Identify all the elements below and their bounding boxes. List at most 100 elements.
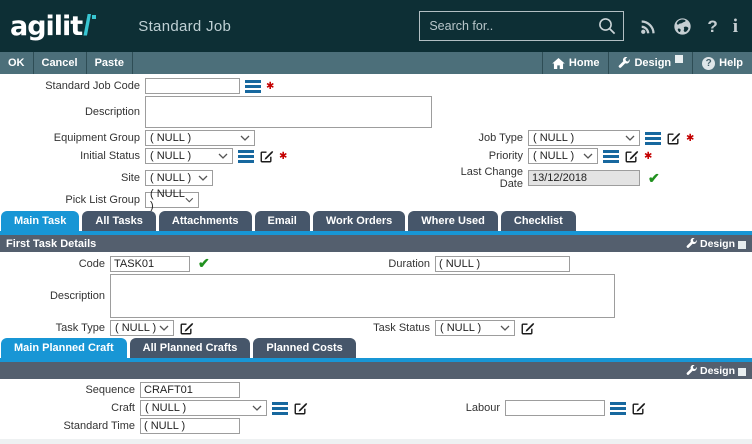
pick-list-group-select[interactable]: ( NULL ) <box>145 192 199 208</box>
design-button[interactable]: Design <box>608 52 692 74</box>
form-area: Standard Job Code ✱ Description Equipmen… <box>0 74 752 444</box>
edit-icon[interactable] <box>293 401 308 416</box>
tasktype-taskstatus-row: Task Type ( NULL ) Task Status ( NULL ) <box>0 320 752 336</box>
home-button[interactable]: Home <box>542 52 609 74</box>
craft-value: ( NULL ) <box>145 402 186 414</box>
craft-labour-row: Craft ( NULL ) Labour <box>0 400 752 416</box>
section-design-button[interactable]: Design <box>686 365 746 377</box>
help-label: Help <box>719 57 743 69</box>
task-status-label: Task Status <box>370 322 435 334</box>
design-state-square <box>738 368 746 376</box>
sequence-label: Sequence <box>0 384 140 396</box>
task-type-select[interactable]: ( NULL ) <box>110 320 174 336</box>
chevron-down-icon <box>252 405 262 411</box>
agility-logo[interactable]: agilit/ <box>10 10 96 43</box>
labour-input[interactable] <box>505 400 605 416</box>
action-toolbar: OK Cancel Paste Home Design ? Help <box>0 52 752 74</box>
standard-job-code-label: Standard Job Code <box>0 80 145 92</box>
sequence-row: Sequence <box>0 382 752 398</box>
search-icon[interactable] <box>597 16 617 36</box>
job-type-value: ( NULL ) <box>533 132 574 144</box>
description-label: Description <box>0 106 145 118</box>
last-change-date-label: Last Change Date <box>440 166 528 190</box>
priority-select[interactable]: ( NULL ) <box>528 148 598 164</box>
chevron-down-icon <box>198 175 208 181</box>
home-label: Home <box>569 57 600 69</box>
tab-main-planned-craft[interactable]: Main Planned Craft <box>1 338 127 358</box>
wrench-icon <box>686 238 697 249</box>
site-select[interactable]: ( NULL ) <box>145 170 213 186</box>
design-state-square <box>675 55 683 63</box>
equipment-group-label: Equipment Group <box>0 132 145 144</box>
section-title: First Task Details <box>6 238 96 250</box>
valid-check-icon: ✔ <box>648 170 660 187</box>
site-label: Site <box>0 172 145 184</box>
section-design-button[interactable]: Design <box>686 238 746 250</box>
cancel-button[interactable]: Cancel <box>34 52 87 74</box>
chevron-down-icon <box>500 325 510 331</box>
edit-icon[interactable] <box>520 321 535 336</box>
rss-icon[interactable] <box>640 17 658 35</box>
paste-button[interactable]: Paste <box>87 52 133 74</box>
job-type-select[interactable]: ( NULL ) <box>528 130 640 146</box>
craft-section-bar: Design <box>0 362 752 379</box>
question-icon[interactable]: ? <box>707 18 717 35</box>
edit-icon[interactable] <box>179 321 194 336</box>
lookup-list-icon[interactable] <box>238 150 254 163</box>
tab-work-orders[interactable]: Work Orders <box>313 211 405 231</box>
help-button[interactable]: ? Help <box>692 52 752 74</box>
tab-main-task[interactable]: Main Task <box>1 211 79 231</box>
lookup-list-icon[interactable] <box>603 150 619 163</box>
lookup-list-icon[interactable] <box>610 402 626 415</box>
standard-job-page: agilit/ Standard Job ? i <box>0 0 752 444</box>
sequence-input[interactable] <box>140 382 240 398</box>
ok-button[interactable]: OK <box>0 52 34 74</box>
edit-icon[interactable] <box>631 401 646 416</box>
bottom-strip <box>0 439 752 444</box>
description-textarea[interactable] <box>145 96 432 128</box>
tab-checklist[interactable]: Checklist <box>501 211 576 231</box>
duration-input[interactable] <box>435 256 570 272</box>
tab-attachments[interactable]: Attachments <box>159 211 252 231</box>
edit-icon[interactable] <box>666 131 681 146</box>
lookup-list-icon[interactable] <box>272 402 288 415</box>
logo-dot <box>92 15 96 19</box>
chevron-down-icon <box>185 197 194 203</box>
standard-time-input[interactable] <box>140 418 240 434</box>
edit-icon[interactable] <box>259 149 274 164</box>
lookup-list-icon[interactable] <box>645 132 661 145</box>
logo-slash: / <box>83 10 91 42</box>
equipment-group-value: ( NULL ) <box>150 132 191 144</box>
tab-planned-costs[interactable]: Planned Costs <box>253 338 355 358</box>
help-circle-icon: ? <box>702 57 715 70</box>
task-description-textarea[interactable] <box>110 274 615 318</box>
craft-label: Craft <box>0 402 140 414</box>
pick-list-group-value: ( NULL ) <box>150 188 185 212</box>
task-description-row: Description <box>0 274 752 318</box>
required-marker: ✱ <box>686 133 694 144</box>
standard-time-row: Standard Time <box>0 418 752 434</box>
craft-tab-bar: Main Planned Craft All Planned Crafts Pl… <box>0 338 752 358</box>
tab-email[interactable]: Email <box>255 211 310 231</box>
task-status-select[interactable]: ( NULL ) <box>435 320 515 336</box>
app-header: agilit/ Standard Job ? i <box>0 0 752 52</box>
info-icon[interactable]: i <box>733 17 738 36</box>
lookup-list-icon[interactable] <box>245 80 261 93</box>
tab-all-planned-crafts[interactable]: All Planned Crafts <box>130 338 251 358</box>
craft-select[interactable]: ( NULL ) <box>140 400 267 416</box>
initial-status-select[interactable]: ( NULL ) <box>145 148 233 164</box>
labour-label: Labour <box>440 402 505 414</box>
search-input[interactable] <box>420 19 597 33</box>
code-input[interactable] <box>110 256 190 272</box>
tab-all-tasks[interactable]: All Tasks <box>82 211 156 231</box>
tab-where-used[interactable]: Where Used <box>408 211 498 231</box>
standard-job-code-input[interactable] <box>145 78 240 94</box>
priority-value: ( NULL ) <box>533 150 574 162</box>
globe-icon[interactable] <box>673 17 692 36</box>
design-state-square <box>738 241 746 249</box>
design-label: Design <box>700 238 735 250</box>
edit-icon[interactable] <box>624 149 639 164</box>
equipment-group-select[interactable]: ( NULL ) <box>145 130 255 146</box>
design-label: Design <box>634 57 671 69</box>
description-row: Description <box>0 96 752 128</box>
